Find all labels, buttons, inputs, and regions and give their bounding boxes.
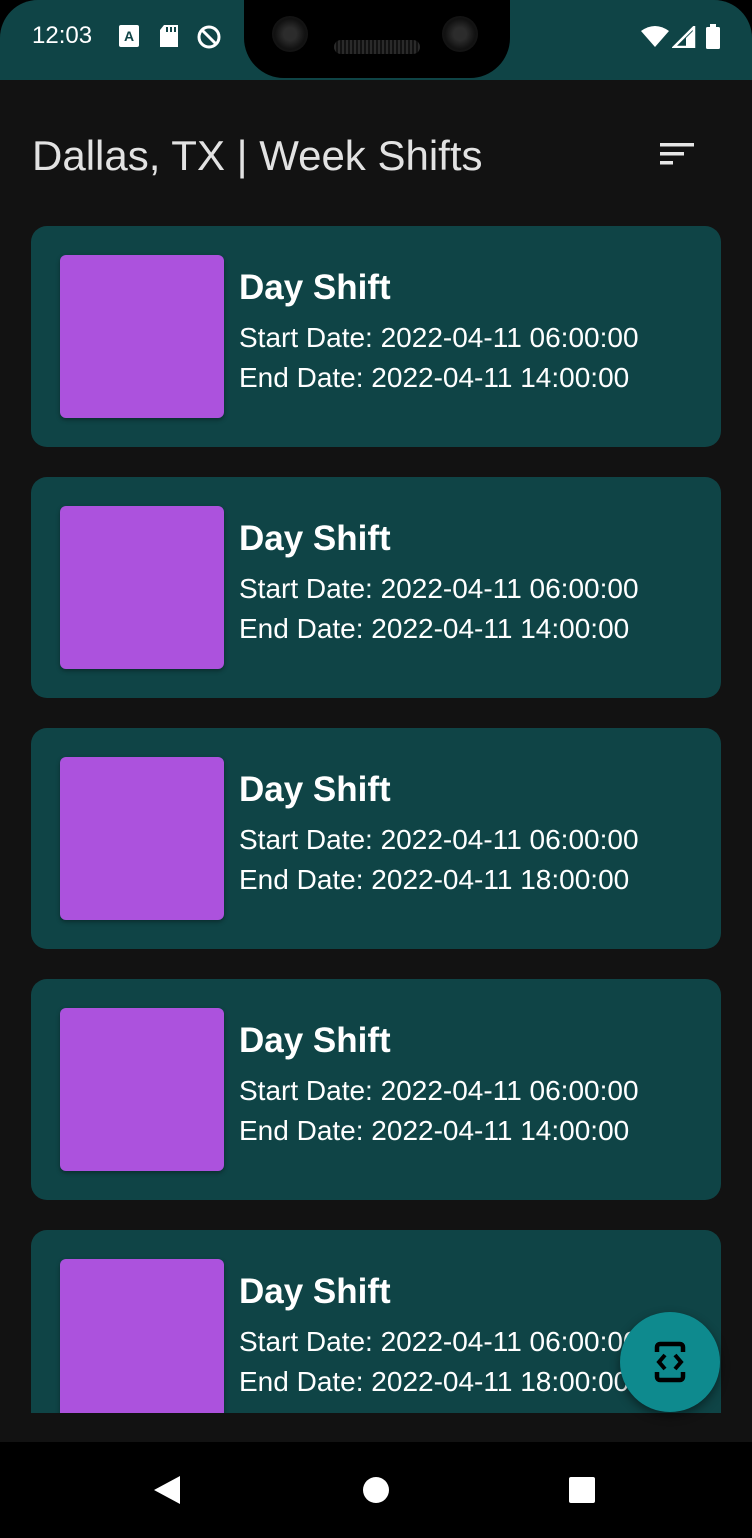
- shift-end-date: End Date: 2022-04-11 14:00:00: [239, 1115, 630, 1146]
- shift-title: Day Shift: [239, 268, 391, 307]
- shift-start-date: Start Date: 2022-04-11 06:00:00: [239, 1075, 639, 1106]
- camera-right: [442, 16, 478, 52]
- shift-card[interactable]: Day Shift Start Date: 2022-04-11 06:00:0…: [31, 477, 721, 698]
- shift-title: Day Shift: [239, 1021, 391, 1060]
- no-sync-icon: [197, 25, 221, 49]
- camera-notch: [244, 0, 510, 78]
- shift-thumbnail: [60, 757, 224, 920]
- sort-button[interactable]: [652, 132, 700, 180]
- shift-start-date: Start Date: 2022-04-11 06:00:00: [239, 322, 639, 353]
- shift-card[interactable]: Day Shift Start Date: 2022-04-11 06:00:0…: [31, 1230, 721, 1413]
- shift-card[interactable]: Day Shift Start Date: 2022-04-11 06:00:0…: [31, 979, 721, 1200]
- shift-start-date: Start Date: 2022-04-11 06:00:00: [239, 573, 639, 604]
- system-nav-bar: [0, 1442, 752, 1538]
- shift-end-date: End Date: 2022-04-11 18:00:00: [239, 1366, 630, 1397]
- shift-end-date: End Date: 2022-04-11 18:00:00: [239, 864, 630, 895]
- shift-title: Day Shift: [239, 519, 391, 558]
- shift-card[interactable]: Day Shift Start Date: 2022-04-11 06:00:0…: [31, 226, 721, 447]
- status-bar: 12:03 A: [0, 0, 752, 80]
- shift-thumbnail: [60, 1008, 224, 1171]
- code-brackets-icon: [653, 1341, 687, 1383]
- shift-start-date: Start Date: 2022-04-11 06:00:00: [239, 824, 639, 855]
- earpiece-speaker: [334, 40, 420, 54]
- cell-signal-icon: [672, 26, 696, 48]
- shift-card[interactable]: Day Shift Start Date: 2022-04-11 06:00:0…: [31, 728, 721, 949]
- back-icon[interactable]: [144, 1468, 188, 1512]
- shift-end-date: End Date: 2022-04-11 14:00:00: [239, 362, 630, 393]
- shift-title: Day Shift: [239, 1272, 391, 1311]
- shift-list[interactable]: Day Shift Start Date: 2022-04-11 06:00:0…: [0, 226, 752, 1413]
- sd-card-icon: [160, 25, 178, 47]
- shift-end-date: End Date: 2022-04-11 14:00:00: [239, 613, 630, 644]
- status-time: 12:03: [32, 22, 93, 49]
- recents-icon[interactable]: [560, 1468, 604, 1512]
- shift-title: Day Shift: [239, 770, 391, 809]
- svg-text:A: A: [124, 28, 134, 44]
- camera-left: [272, 16, 308, 52]
- shift-start-date: Start Date: 2022-04-11 06:00:00: [239, 1326, 639, 1357]
- shift-thumbnail: [60, 255, 224, 418]
- app-screen: 12:03 A Dallas, TX | Week Shifts Day Shi…: [0, 0, 752, 1538]
- shift-thumbnail: [60, 1259, 224, 1413]
- home-icon[interactable]: [354, 1468, 398, 1512]
- wifi-icon: [641, 26, 669, 47]
- shift-thumbnail: [60, 506, 224, 669]
- floating-action-button[interactable]: [620, 1312, 720, 1412]
- page-title: Dallas, TX | Week Shifts: [32, 132, 483, 179]
- sort-icon: [660, 143, 694, 165]
- battery-icon: [706, 24, 720, 49]
- accessibility-icon: A: [119, 25, 139, 47]
